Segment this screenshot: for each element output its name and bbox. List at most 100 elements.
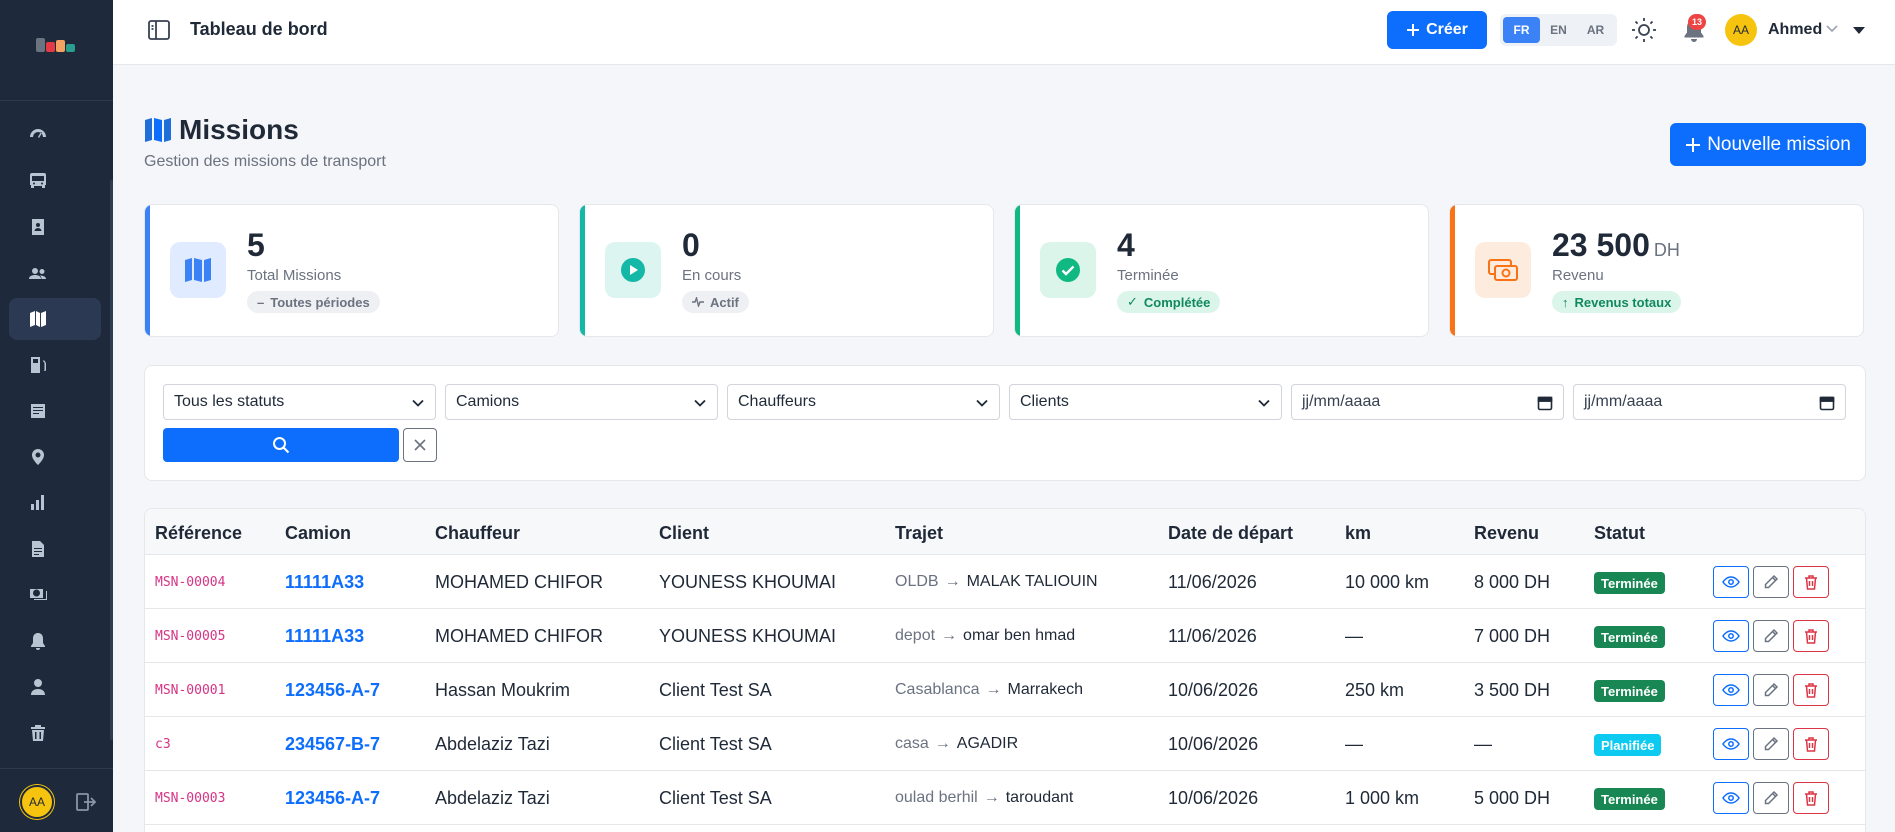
sidebar-item-person[interactable] <box>9 666 101 708</box>
close-icon <box>414 439 426 451</box>
trucks-select[interactable]: Camions <box>445 384 718 420</box>
stat-card-total: 5 Total Missions – Toutes périodes <box>144 204 559 337</box>
table-row[interactable]: MSN-00005 11111A33 MOHAMED CHIFOR YOUNESS K… <box>145 609 1865 663</box>
status-badge: Terminée <box>1594 788 1665 810</box>
view-button[interactable] <box>1713 782 1749 814</box>
lang-ar-button[interactable]: AR <box>1577 17 1614 43</box>
sidebar-item-map[interactable] <box>9 298 101 340</box>
sidebar-avatar[interactable]: AA <box>20 785 54 819</box>
date-from-placeholder: jj/mm/aaaa <box>1302 393 1381 410</box>
table-row[interactable]: MSN-00004 11111A33 MOHAMED CHIFOR YOUNESS K… <box>145 555 1865 609</box>
edit-button[interactable] <box>1753 674 1789 706</box>
col-revenue[interactable]: Revenu <box>1474 523 1539 544</box>
delete-button[interactable] <box>1793 620 1829 652</box>
view-button[interactable] <box>1713 620 1749 652</box>
table-row[interactable]: c3 234567-B-7 Abdelaziz Tazi Client Test SA… <box>145 717 1865 771</box>
truck-link[interactable]: 234567-B-7 <box>285 734 380 755</box>
sidebar-item-location-pin[interactable] <box>9 436 101 478</box>
table-row[interactable]: MSN-00001 123456-A-7 Hassan Moukrim Client … <box>145 663 1865 717</box>
stat-pill-text: Revenus totaux <box>1574 294 1672 310</box>
edit-button[interactable] <box>1753 782 1789 814</box>
view-button[interactable] <box>1713 674 1749 706</box>
client-name: Client Test SA <box>659 734 772 754</box>
app-logo[interactable] <box>36 38 76 58</box>
sidebar-item-trash[interactable] <box>9 712 101 754</box>
revenue: 3 500 DH <box>1474 680 1551 700</box>
date-from-input[interactable]: jj/mm/aaaa <box>1291 384 1564 420</box>
location-pin-icon <box>32 449 44 465</box>
client-name: Client Test SA <box>659 680 772 700</box>
lang-en-button[interactable]: EN <box>1540 17 1577 43</box>
table-row[interactable]: MSN-00003 123456-A-7 Abdelaziz Tazi Client … <box>145 771 1865 825</box>
delete-button[interactable] <box>1793 674 1829 706</box>
col-km[interactable]: km <box>1345 523 1371 544</box>
col-truck[interactable]: Camion <box>285 523 351 544</box>
sidebar-item-bar-chart[interactable] <box>9 482 101 524</box>
date-to-input[interactable]: jj/mm/aaaa <box>1573 384 1846 420</box>
drivers-select[interactable]: Chauffeurs <box>727 384 1000 420</box>
lang-fr-button[interactable]: FR <box>1503 17 1540 43</box>
sidebar-item-bell[interactable] <box>9 620 101 662</box>
truck-link[interactable]: 11111A33 <box>285 572 364 593</box>
sidebar-item-bus[interactable] <box>9 160 101 202</box>
edit-button[interactable] <box>1753 728 1789 760</box>
view-button[interactable] <box>1713 728 1749 760</box>
delete-button[interactable] <box>1793 782 1829 814</box>
calendar-icon[interactable] <box>1537 395 1553 411</box>
sidebar-item-receipt[interactable] <box>9 390 101 432</box>
page-title: Missions <box>179 114 299 145</box>
col-driver[interactable]: Chauffeur <box>435 523 520 544</box>
col-status[interactable]: Statut <box>1594 523 1645 544</box>
sidebar-toggle-icon[interactable] <box>148 20 170 40</box>
route: oulad berhil → taroudant <box>895 789 1073 807</box>
stat-value: 5 <box>247 227 265 263</box>
sidebar-item-id-card[interactable] <box>9 206 101 248</box>
view-button[interactable] <box>1713 566 1749 598</box>
status-select[interactable]: Tous les statuts <box>163 384 436 420</box>
sidebar-item-users[interactable] <box>9 252 101 294</box>
edit-button[interactable] <box>1753 620 1789 652</box>
status-select-value: Tous les statuts <box>174 393 285 410</box>
truck-link[interactable]: 123456-A-7 <box>285 680 380 701</box>
create-button[interactable]: Créer <box>1387 11 1487 49</box>
caret-down-icon[interactable] <box>1851 22 1867 38</box>
id-card-icon <box>32 219 44 235</box>
arrow-up-icon: ↑ <box>1562 294 1569 310</box>
pencil-icon <box>1764 790 1779 805</box>
sidebar-scrollbar[interactable] <box>110 180 113 740</box>
search-button[interactable] <box>163 428 399 462</box>
user-avatar[interactable]: AA <box>1725 14 1757 46</box>
logout-icon[interactable] <box>74 790 98 814</box>
chevron-down-icon[interactable] <box>1825 22 1839 36</box>
clients-select[interactable]: Clients <box>1009 384 1282 420</box>
fuel-icon <box>31 357 46 373</box>
edit-button[interactable] <box>1753 566 1789 598</box>
theme-sun-icon[interactable] <box>1631 17 1657 43</box>
col-reference[interactable]: Référence <box>155 523 242 544</box>
distance-km: 1 000 km <box>1345 788 1420 808</box>
col-departure-date[interactable]: Date de départ <box>1168 523 1293 544</box>
user-name[interactable]: Ahmed <box>1768 21 1822 39</box>
sidebar-item-dashboard[interactable] <box>9 114 101 156</box>
create-button-label: Créer <box>1426 21 1468 38</box>
plus-icon <box>1407 24 1420 36</box>
sidebar-item-fuel[interactable] <box>9 344 101 386</box>
delete-button[interactable] <box>1793 728 1829 760</box>
sidebar-item-document[interactable] <box>9 528 101 570</box>
col-route[interactable]: Trajet <box>895 523 943 544</box>
clear-filters-button[interactable] <box>403 428 437 462</box>
truck-link[interactable]: 123456-A-7 <box>285 788 380 809</box>
col-client[interactable]: Client <box>659 523 709 544</box>
truck-link[interactable]: 11111A33 <box>285 626 364 647</box>
delete-button[interactable] <box>1793 566 1829 598</box>
trash-icon <box>1805 683 1817 698</box>
departure-date: 10/06/2026 <box>1168 734 1259 754</box>
stat-pill-text: Actif <box>710 294 739 310</box>
calendar-icon[interactable] <box>1819 395 1835 411</box>
sidebar-item-cash[interactable] <box>9 574 101 616</box>
new-mission-button[interactable]: Nouvelle mission <box>1670 123 1866 166</box>
driver-name: Abdelaziz Tazi <box>435 734 550 754</box>
missions-table: Référence Camion Chauffeur Client Trajet… <box>144 508 1866 832</box>
stat-pill: Actif <box>682 291 749 313</box>
notification-count-badge: 13 <box>1688 14 1706 30</box>
